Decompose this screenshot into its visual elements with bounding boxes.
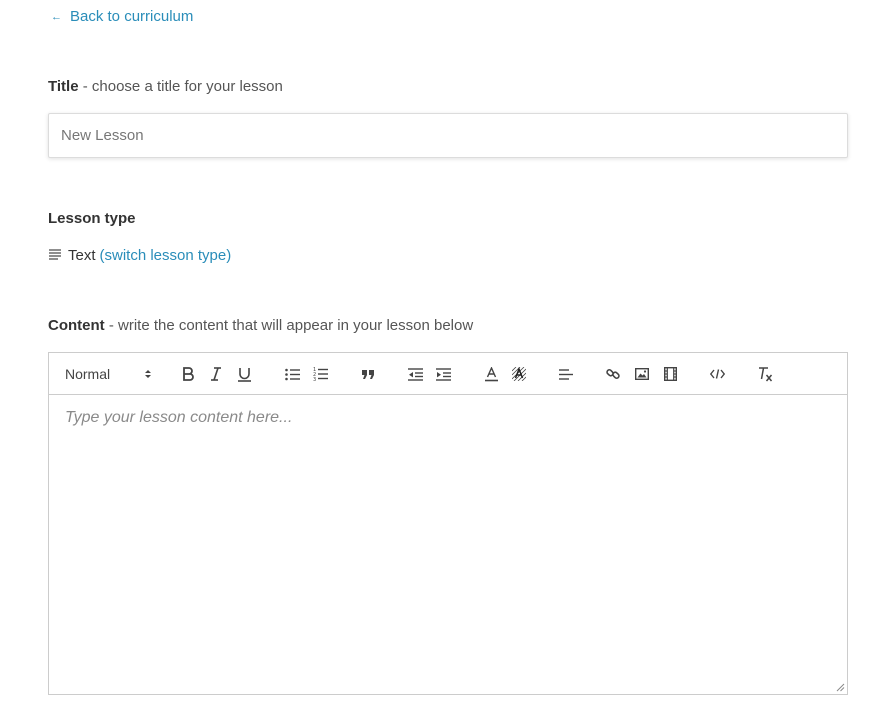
lesson-type-row: Text (switch lesson type) [49, 247, 231, 264]
indent-icon [435, 367, 451, 381]
clear-format-button[interactable] [757, 364, 773, 384]
link-button[interactable] [605, 364, 621, 384]
format-select[interactable]: Normal [65, 364, 151, 384]
title-label-bold: Title [48, 78, 79, 95]
indent-button[interactable] [435, 364, 451, 384]
svg-text:3: 3 [313, 377, 316, 381]
bullet-list-icon [284, 368, 300, 380]
text-color-button[interactable] [483, 364, 499, 384]
content-label: Content - write the content that will ap… [48, 317, 473, 334]
resize-grip-icon[interactable] [835, 682, 845, 692]
switch-lesson-type-link[interactable]: (switch lesson type) [100, 247, 232, 264]
align-button[interactable] [558, 364, 574, 384]
title-label: Title - choose a title for your lesson [48, 78, 283, 95]
rich-text-editor: Normal 123 Type your lesson content here… [48, 352, 848, 695]
title-label-hint: - choose a title for your lesson [78, 78, 283, 95]
arrow-left-icon: ← [51, 10, 62, 23]
lesson-type-name: Text [68, 247, 96, 264]
underline-icon [237, 367, 251, 382]
video-button[interactable] [662, 364, 678, 384]
numbered-list-icon: 123 [313, 367, 328, 381]
background-color-button[interactable] [511, 364, 527, 384]
outdent-button[interactable] [407, 364, 423, 384]
lesson-title-input[interactable] [48, 113, 848, 158]
italic-icon [211, 367, 221, 381]
link-icon [606, 369, 620, 379]
underline-button[interactable] [236, 364, 252, 384]
select-arrows-icon [145, 370, 151, 378]
image-icon [635, 368, 649, 380]
bullet-list-button[interactable] [284, 364, 300, 384]
lesson-type-label: Lesson type [48, 210, 136, 227]
align-icon [559, 368, 573, 380]
clear-format-icon [758, 366, 772, 381]
code-icon [709, 369, 725, 379]
editor-placeholder: Type your lesson content here... [65, 409, 293, 426]
image-button[interactable] [634, 364, 650, 384]
bold-button[interactable] [180, 364, 196, 384]
format-select-value: Normal [65, 366, 111, 382]
content-label-hint: - write the content that will appear in … [104, 317, 474, 334]
text-lines-icon [49, 247, 61, 264]
editor-toolbar: Normal 123 [49, 353, 847, 395]
background-color-icon [512, 367, 526, 381]
outdent-icon [407, 367, 423, 381]
text-color-icon [484, 366, 498, 381]
numbered-list-button[interactable]: 123 [312, 364, 328, 384]
italic-button[interactable] [208, 364, 224, 384]
code-button[interactable] [709, 364, 725, 384]
bold-icon [183, 367, 194, 381]
back-link-label: Back to curriculum [70, 8, 194, 25]
editor-content-area[interactable]: Type your lesson content here... [49, 395, 847, 441]
content-label-bold: Content [48, 317, 105, 334]
back-to-curriculum-link[interactable]: ← Back to curriculum [51, 8, 193, 25]
blockquote-button[interactable] [360, 364, 376, 384]
video-icon [663, 367, 677, 381]
blockquote-icon [361, 369, 374, 379]
